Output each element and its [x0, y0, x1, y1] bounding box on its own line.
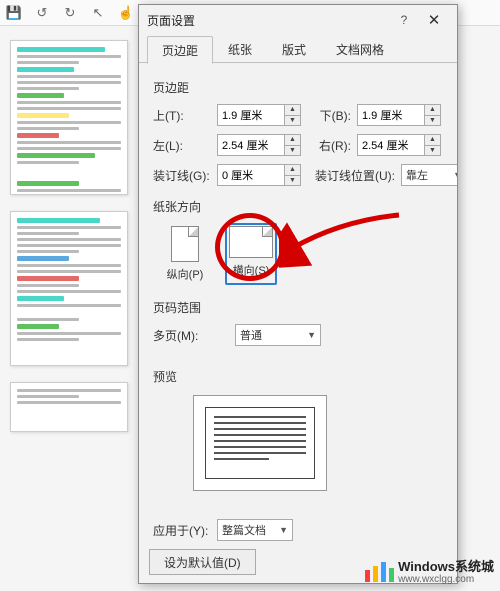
portrait-label: 纵向(P)	[167, 266, 204, 282]
chevron-down-icon: ▼	[279, 525, 288, 535]
spin-down-icon[interactable]: ▼	[285, 145, 301, 157]
thumbnail-panel	[10, 40, 130, 448]
preview-box	[193, 395, 327, 491]
spin-up-icon[interactable]: ▲	[285, 134, 301, 145]
chevron-down-icon: ▼	[453, 170, 457, 180]
margin-bottom-input[interactable]	[357, 104, 425, 126]
watermark: Windows系统城 www.wxclgg.com	[365, 560, 494, 585]
watermark-url: www.wxclgg.com	[398, 574, 494, 585]
gutter-pos-label: 装订线位置(U):	[307, 167, 395, 184]
watermark-name: Windows系统城	[398, 560, 494, 574]
gutter-pos-value: 靠左	[406, 167, 428, 183]
tab-paper[interactable]: 纸张	[213, 35, 267, 63]
chevron-down-icon: ▼	[307, 330, 316, 340]
apply-to-select[interactable]: 整篇文档 ▼	[217, 519, 293, 541]
tab-margins[interactable]: 页边距	[147, 36, 213, 64]
margins-section-label: 页边距	[153, 79, 443, 96]
page-setup-dialog: 页面设置 ? ✕ 页边距 纸张 版式 文档网格 页边距 上(T): ▲▼ 下(B…	[138, 4, 458, 584]
multipage-value: 普通	[240, 327, 262, 343]
preview-section-label: 预览	[153, 368, 443, 385]
apply-to-label: 应用于(Y):	[153, 522, 211, 539]
dialog-titlebar: 页面设置 ? ✕	[139, 5, 457, 35]
margin-top-label: 上(T):	[153, 107, 211, 124]
orientation-portrait[interactable]: 纵向(P)	[159, 223, 211, 285]
app-background: 💾 ↺ ↻ ↖ ☝	[0, 0, 500, 591]
spin-up-icon[interactable]: ▲	[425, 104, 441, 115]
orientation-landscape[interactable]: 横向(S)	[225, 223, 277, 285]
annotation-arrow-icon	[279, 209, 409, 269]
orientation-row: 纵向(P) 横向(S)	[159, 223, 443, 285]
dialog-body: 页边距 上(T): ▲▼ 下(B): ▲▼ 左(L): ▲▼	[139, 63, 457, 543]
gutter-input[interactable]	[217, 164, 285, 186]
margin-top-spinner[interactable]: ▲▼	[217, 104, 301, 126]
dialog-title: 页面设置	[147, 12, 389, 29]
preview-page-icon	[205, 407, 315, 479]
spin-up-icon[interactable]: ▲	[285, 104, 301, 115]
cursor-icon[interactable]: ↖	[90, 5, 106, 21]
margin-left-label: 左(L):	[153, 137, 211, 154]
spin-down-icon[interactable]: ▼	[285, 175, 301, 187]
margin-left-input[interactable]	[217, 134, 285, 156]
margin-top-input[interactable]	[217, 104, 285, 126]
redo-icon[interactable]: ↻	[62, 5, 78, 21]
landscape-label: 横向(S)	[233, 262, 270, 278]
gutter-pos-select[interactable]: 靠左 ▼	[401, 164, 457, 186]
margin-bottom-spinner[interactable]: ▲▼	[357, 104, 441, 126]
gutter-spinner[interactable]: ▲▼	[217, 164, 301, 186]
multipage-label: 多页(M):	[153, 327, 211, 344]
help-button[interactable]: ?	[389, 13, 419, 27]
portrait-icon	[171, 226, 199, 262]
watermark-bars-icon	[365, 562, 394, 582]
close-button[interactable]: ✕	[419, 11, 449, 29]
spin-down-icon[interactable]: ▼	[425, 145, 441, 157]
multipage-select[interactable]: 普通 ▼	[235, 324, 321, 346]
touch-icon[interactable]: ☝	[118, 5, 134, 21]
margin-bottom-label: 下(B):	[307, 107, 351, 124]
apply-to-value: 整篇文档	[222, 522, 266, 538]
orientation-section-label: 纸张方向	[153, 198, 443, 215]
spin-down-icon[interactable]: ▼	[425, 115, 441, 127]
margin-left-spinner[interactable]: ▲▼	[217, 134, 301, 156]
margin-right-label: 右(R):	[307, 137, 351, 154]
spin-up-icon[interactable]: ▲	[285, 164, 301, 175]
landscape-icon	[229, 226, 273, 258]
dialog-tabs: 页边距 纸张 版式 文档网格	[139, 35, 457, 63]
tab-layout[interactable]: 版式	[267, 35, 321, 63]
tab-grid[interactable]: 文档网格	[321, 35, 399, 63]
spin-up-icon[interactable]: ▲	[425, 134, 441, 145]
save-icon[interactable]: 💾	[6, 5, 22, 21]
margin-right-spinner[interactable]: ▲▼	[357, 134, 441, 156]
thumbnail-page[interactable]	[10, 211, 128, 366]
spin-down-icon[interactable]: ▼	[285, 115, 301, 127]
set-default-button[interactable]: 设为默认值(D)	[149, 549, 256, 575]
pagerange-section-label: 页码范围	[153, 299, 443, 316]
gutter-label: 装订线(G):	[153, 167, 211, 184]
undo-icon[interactable]: ↺	[34, 5, 50, 21]
margin-right-input[interactable]	[357, 134, 425, 156]
thumbnail-page[interactable]	[10, 382, 128, 432]
thumbnail-page[interactable]	[10, 40, 128, 195]
